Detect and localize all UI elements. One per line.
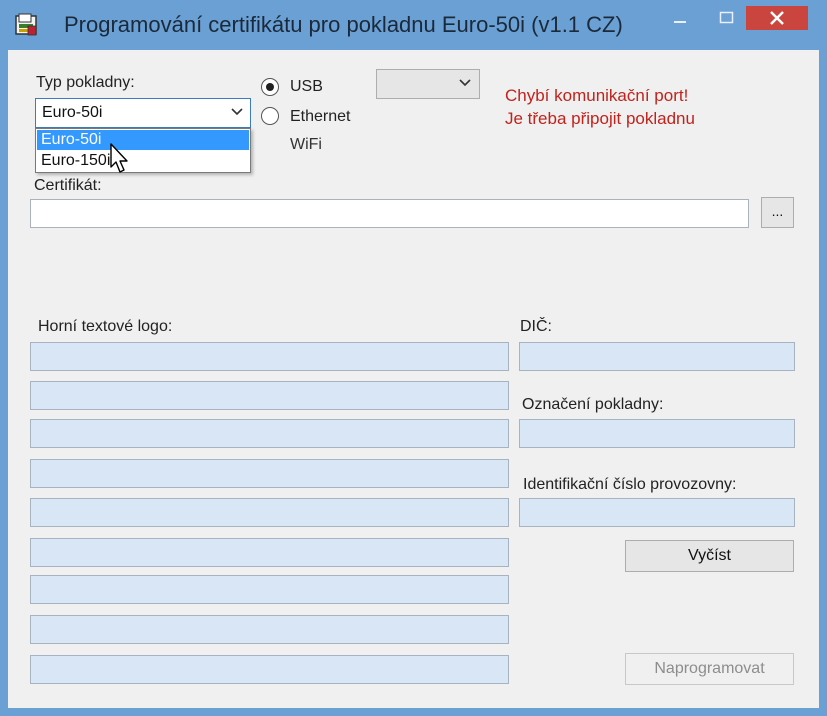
cash-register-type-label: Typ pokladny: — [36, 74, 135, 91]
register-id-input[interactable] — [519, 419, 795, 448]
maximize-button[interactable] — [712, 8, 740, 30]
window-title: Programování certifikátu pro pokladnu Eu… — [64, 12, 623, 37]
logo-line-input[interactable] — [30, 419, 509, 448]
cash-register-type-value: Euro-50i — [42, 104, 103, 121]
port-combo[interactable] — [376, 69, 480, 99]
mouse-cursor-icon — [110, 143, 128, 173]
dropdown-option-euro-50i[interactable]: Euro-50i — [37, 130, 249, 150]
wifi-label: WiFi — [290, 136, 322, 153]
register-id-label: Označení pokladny: — [522, 396, 664, 413]
logo-line-input[interactable] — [30, 655, 509, 684]
dropdown-option-euro-150i[interactable]: Euro-150i — [37, 151, 249, 171]
usb-label[interactable]: USB — [290, 78, 323, 96]
certificate-label: Certifikát: — [34, 177, 102, 194]
usb-radio[interactable] — [261, 78, 279, 96]
program-button[interactable]: Naprogramovat — [625, 653, 794, 685]
radio-selected-dot — [266, 83, 274, 91]
logo-line-input[interactable] — [30, 342, 509, 371]
logo-line-input[interactable] — [30, 538, 509, 567]
dic-label: DIČ: — [520, 318, 552, 335]
minimize-icon — [674, 21, 686, 23]
logo-line-input[interactable] — [30, 615, 509, 644]
read-button[interactable]: Vyčíst — [625, 540, 794, 572]
app-icon — [15, 13, 37, 36]
minimize-button[interactable] — [666, 8, 694, 30]
error-message-line2: Je třeba připojit pokladnu — [505, 109, 695, 128]
error-message-line1: Chybí komunikační port! — [505, 86, 689, 105]
logo-line-input[interactable] — [30, 459, 509, 488]
chevron-down-icon — [459, 79, 471, 87]
ethernet-label[interactable]: Ethernet — [290, 108, 350, 126]
browse-button[interactable]: ... — [761, 197, 794, 228]
title-bar[interactable]: Programování certifikátu pro pokladnu Eu… — [0, 0, 827, 50]
premises-id-label: Identifikační číslo provozovny: — [523, 476, 737, 493]
logo-line-input[interactable] — [30, 381, 509, 410]
cash-register-type-combo[interactable]: Euro-50i — [35, 98, 251, 128]
logo-line-input[interactable] — [30, 575, 509, 604]
maximize-icon — [719, 11, 734, 24]
ethernet-radio[interactable] — [261, 107, 279, 125]
certificate-path-input[interactable] — [30, 199, 749, 228]
cash-register-type-dropdown-list[interactable]: Euro-50i Euro-150i — [35, 128, 251, 173]
logo-line-input[interactable] — [30, 498, 509, 527]
premises-id-input[interactable] — [519, 498, 795, 527]
close-icon — [770, 11, 784, 25]
upper-logo-label: Horní textové logo: — [38, 318, 173, 335]
chevron-down-icon[interactable] — [230, 105, 244, 119]
close-button[interactable] — [746, 6, 808, 30]
dic-input[interactable] — [519, 342, 795, 371]
